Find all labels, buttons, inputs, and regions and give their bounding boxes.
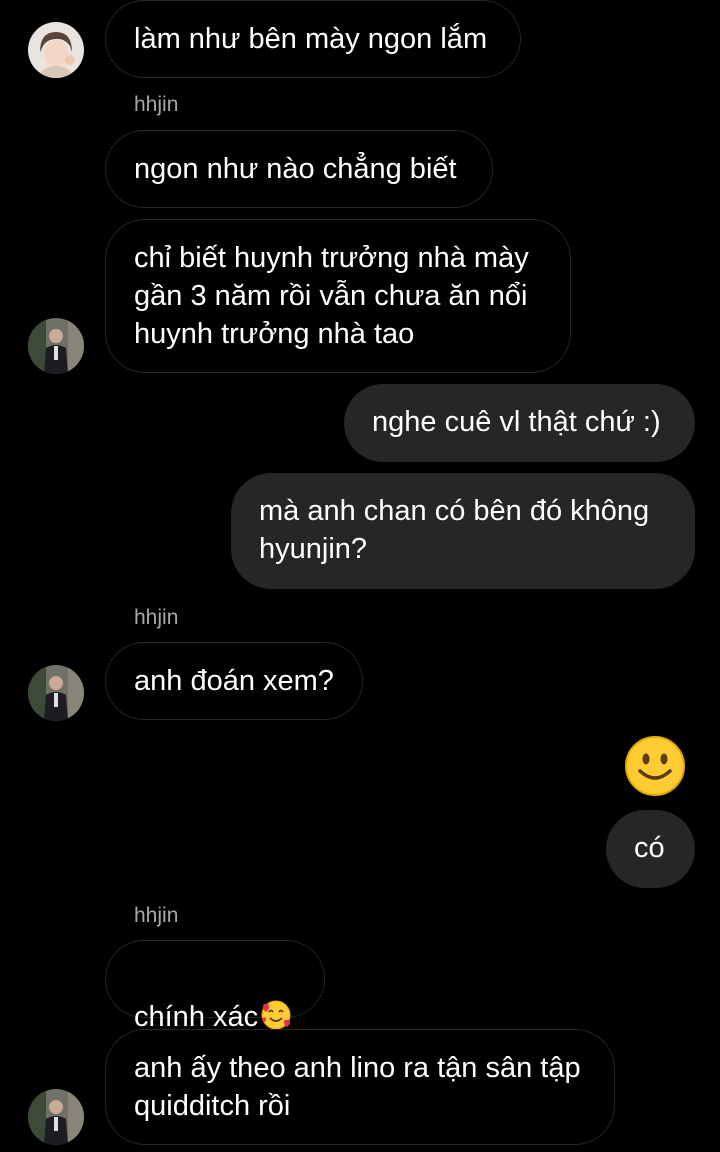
sender-label: hhjin [134, 93, 179, 116]
avatar-image-icon [28, 22, 84, 78]
smiling-face-with-hearts-icon [261, 1000, 291, 1030]
avatar[interactable] [28, 665, 84, 721]
avatar[interactable] [28, 318, 84, 374]
chat-thread: làm như bên mày ngon lắm hhjin ngon như … [0, 0, 720, 1152]
smiling-face-emoji-icon[interactable] [624, 735, 686, 797]
sender-label: hhjin [134, 606, 179, 629]
message-bubble-incoming[interactable]: chính xác [105, 940, 325, 1033]
avatar-image-icon [28, 1089, 84, 1145]
message-bubble-outgoing[interactable]: mà anh chan có bên đó không hyunjin? [231, 473, 695, 589]
message-bubble-outgoing[interactable]: nghe cuê vl thật chứ :) [344, 384, 695, 462]
avatar[interactable] [28, 22, 84, 78]
avatar-image-icon [28, 318, 84, 374]
avatar-image-icon [28, 665, 84, 721]
message-bubble-incoming[interactable]: anh đoán xem? [105, 642, 363, 720]
message-bubble-outgoing[interactable]: có [606, 810, 695, 888]
message-bubble-incoming[interactable]: anh ấy theo anh lino ra tận sân tập quid… [105, 1029, 615, 1145]
message-bubble-incoming[interactable]: chỉ biết huynh trưởng nhà mày gần 3 năm … [105, 219, 571, 373]
message-bubble-incoming[interactable]: làm như bên mày ngon lắm [105, 0, 521, 78]
avatar[interactable] [28, 1089, 84, 1145]
message-bubble-incoming[interactable]: ngon như nào chẳng biết [105, 130, 493, 208]
sender-label: hhjin [134, 904, 179, 927]
